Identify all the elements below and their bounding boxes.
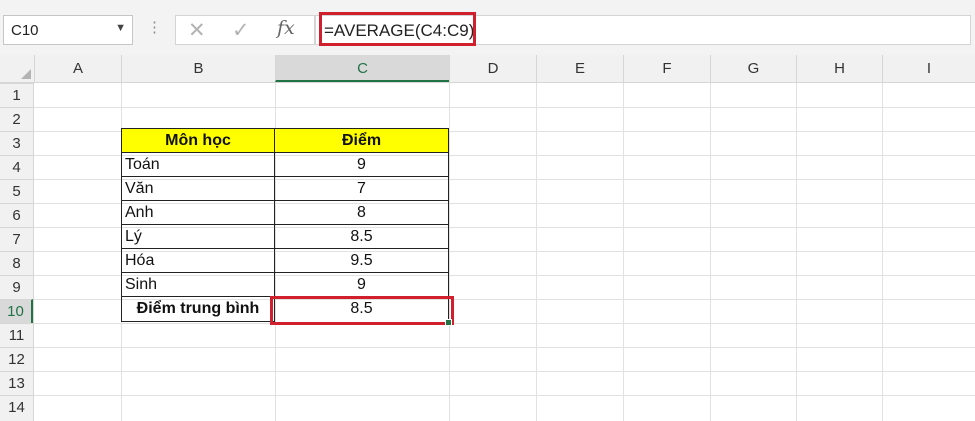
column-header-d[interactable]: D: [449, 55, 536, 82]
gridline: [34, 323, 975, 324]
row-header-3[interactable]: 3: [0, 131, 33, 155]
subject-cell[interactable]: Hóa: [121, 249, 275, 273]
formula-bar: C10 ▼ ⋮ ✕ ✓ fx =AVERAGE(C4:C9): [0, 0, 975, 55]
row-header-2[interactable]: 2: [0, 107, 33, 131]
column-header-i[interactable]: I: [882, 55, 975, 82]
row-header-7[interactable]: 7: [0, 227, 33, 251]
column-header-g[interactable]: G: [710, 55, 796, 82]
subject-cell[interactable]: Toán: [121, 153, 275, 177]
column-header-h[interactable]: H: [796, 55, 882, 82]
select-all-button[interactable]: [0, 55, 34, 82]
score-cell[interactable]: 8.5: [275, 225, 449, 249]
score-cell[interactable]: 9: [275, 273, 449, 297]
column-header-c[interactable]: C: [275, 55, 449, 82]
gridline: [34, 371, 975, 372]
name-box[interactable]: C10 ▼: [3, 15, 133, 45]
row-headers: 1 2 3 4 5 6 7 8 9 10 11 12 13 14: [0, 83, 34, 421]
subject-cell[interactable]: Lý: [121, 225, 275, 249]
subject-cell[interactable]: Văn: [121, 177, 275, 201]
chevron-down-icon[interactable]: ▼: [115, 22, 126, 34]
column-header-f[interactable]: F: [623, 55, 710, 82]
row-header-6[interactable]: 6: [0, 203, 33, 227]
row-header-14[interactable]: 14: [0, 395, 33, 419]
drag-handle-icon[interactable]: ⋮: [147, 19, 162, 37]
column-header-a[interactable]: A: [34, 55, 121, 82]
row-header-11[interactable]: 11: [0, 323, 33, 347]
row-header-8[interactable]: 8: [0, 251, 33, 275]
fill-handle[interactable]: [445, 319, 452, 326]
row-header-10[interactable]: 10: [0, 299, 33, 323]
gridline: [34, 107, 975, 108]
column-header-b[interactable]: B: [121, 55, 275, 82]
score-cell[interactable]: 9.5: [275, 249, 449, 273]
row-header-4[interactable]: 4: [0, 155, 33, 179]
row-header-9[interactable]: 9: [0, 275, 33, 299]
select-all-icon: [21, 69, 31, 79]
subject-cell[interactable]: Sinh: [121, 273, 275, 297]
gridline: [34, 347, 975, 348]
row-header-12[interactable]: 12: [0, 347, 33, 371]
insert-function-icon[interactable]: fx: [277, 17, 295, 39]
selected-cell-highlight: [270, 296, 454, 325]
formula-buttons: ✕ ✓ fx: [175, 15, 315, 45]
formula-highlight-box: [319, 12, 476, 46]
score-cell[interactable]: 8: [275, 201, 449, 225]
row-header-5[interactable]: 5: [0, 179, 33, 203]
subject-cell[interactable]: Anh: [121, 201, 275, 225]
average-label-cell[interactable]: Điểm trung bình: [121, 297, 275, 322]
header-cell-score[interactable]: Điểm: [274, 128, 449, 153]
gridline: [34, 395, 975, 396]
score-cell[interactable]: 9: [275, 153, 449, 177]
header-cell-subject[interactable]: Môn học: [121, 128, 275, 153]
cancel-icon[interactable]: ✕: [188, 18, 206, 43]
enter-icon[interactable]: ✓: [232, 18, 250, 43]
row-header-1[interactable]: 1: [0, 83, 33, 107]
column-headers: A B C D E F G H I: [0, 55, 975, 83]
row-header-13[interactable]: 13: [0, 371, 33, 395]
column-header-e[interactable]: E: [536, 55, 623, 82]
name-box-value: C10: [11, 22, 39, 39]
score-cell[interactable]: 7: [275, 177, 449, 201]
